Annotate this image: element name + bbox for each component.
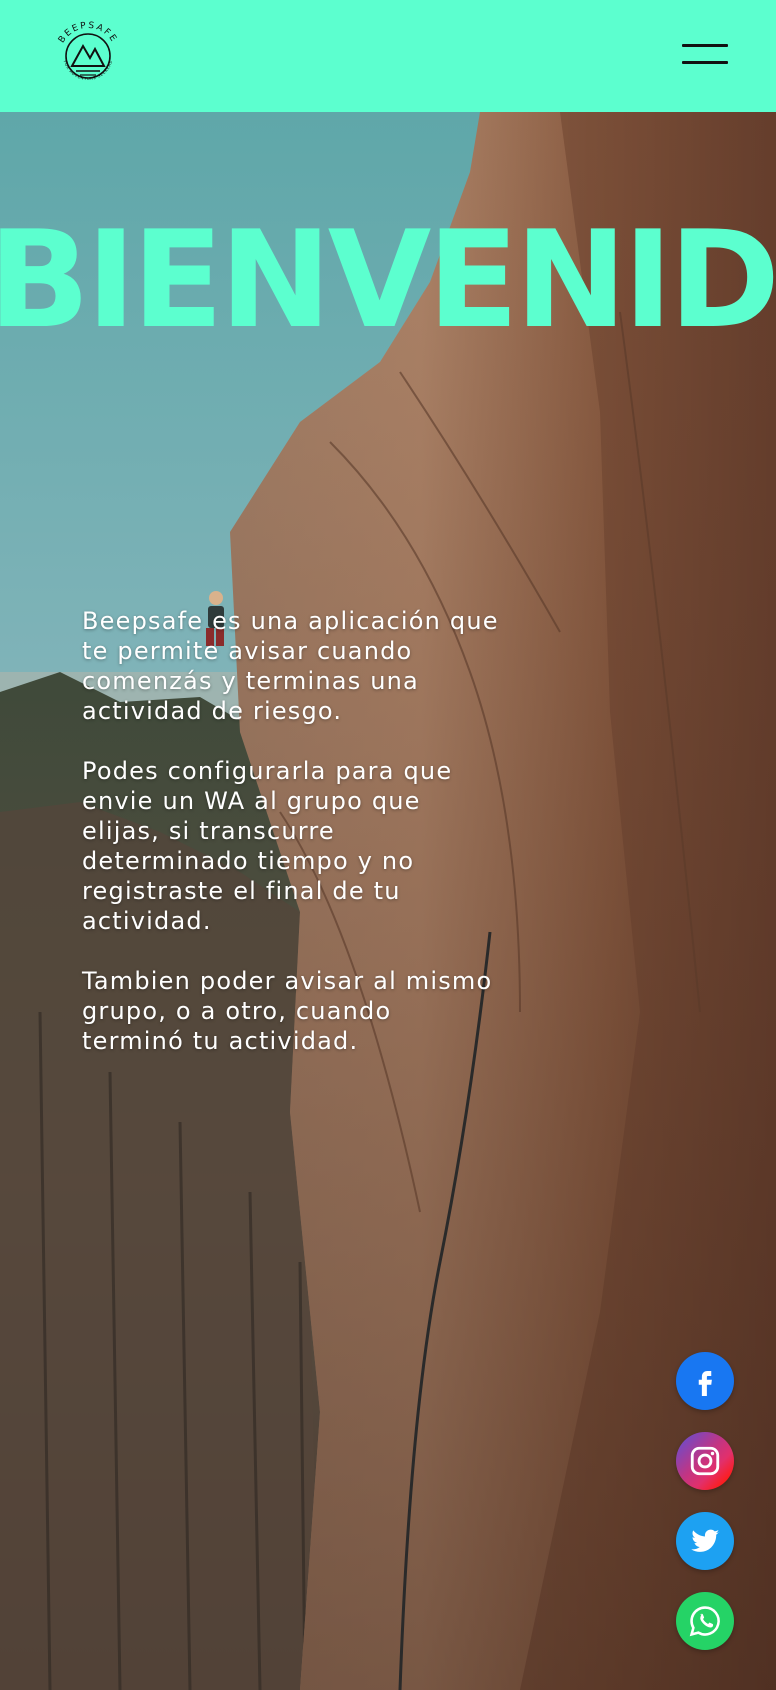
- whatsapp-icon: [689, 1606, 720, 1637]
- instagram-button[interactable]: [676, 1432, 734, 1490]
- facebook-icon: [698, 1371, 712, 1396]
- whatsapp-button[interactable]: [676, 1592, 734, 1650]
- twitter-icon: [691, 1529, 720, 1552]
- hamburger-menu-icon[interactable]: [682, 42, 728, 68]
- logo-brand-text: BEEPSAFE: [57, 21, 117, 45]
- facebook-button[interactable]: [676, 1352, 734, 1410]
- landing-page: BEEPSAFE FOR ADVENTURE SEEKERS BIENVENID…: [0, 0, 776, 1690]
- svg-text:BEEPSAFE: BEEPSAFE: [57, 21, 119, 45]
- menu-line: [682, 44, 728, 47]
- page-title: BIENVENIDO: [0, 202, 776, 358]
- menu-line: [682, 61, 728, 64]
- twitter-button[interactable]: [676, 1512, 734, 1570]
- site-header: BEEPSAFE FOR ADVENTURE SEEKERS: [0, 0, 776, 112]
- beepsafe-logo[interactable]: BEEPSAFE FOR ADVENTURE SEEKERS: [50, 16, 126, 92]
- instagram-icon: [690, 1446, 720, 1476]
- intro-paragraph: Beepsafe es una aplicación que te permit…: [82, 607, 499, 725]
- intro-text: Beepsafe es una aplicación que te permit…: [82, 606, 502, 1086]
- social-links: [676, 1352, 734, 1672]
- logo-icon: BEEPSAFE FOR ADVENTURE SEEKERS: [57, 21, 119, 81]
- intro-paragraph: Tambien poder avisar al mismo grupo, o a…: [82, 967, 493, 1055]
- intro-paragraph: Podes configurarla para que envie un WA …: [82, 757, 453, 935]
